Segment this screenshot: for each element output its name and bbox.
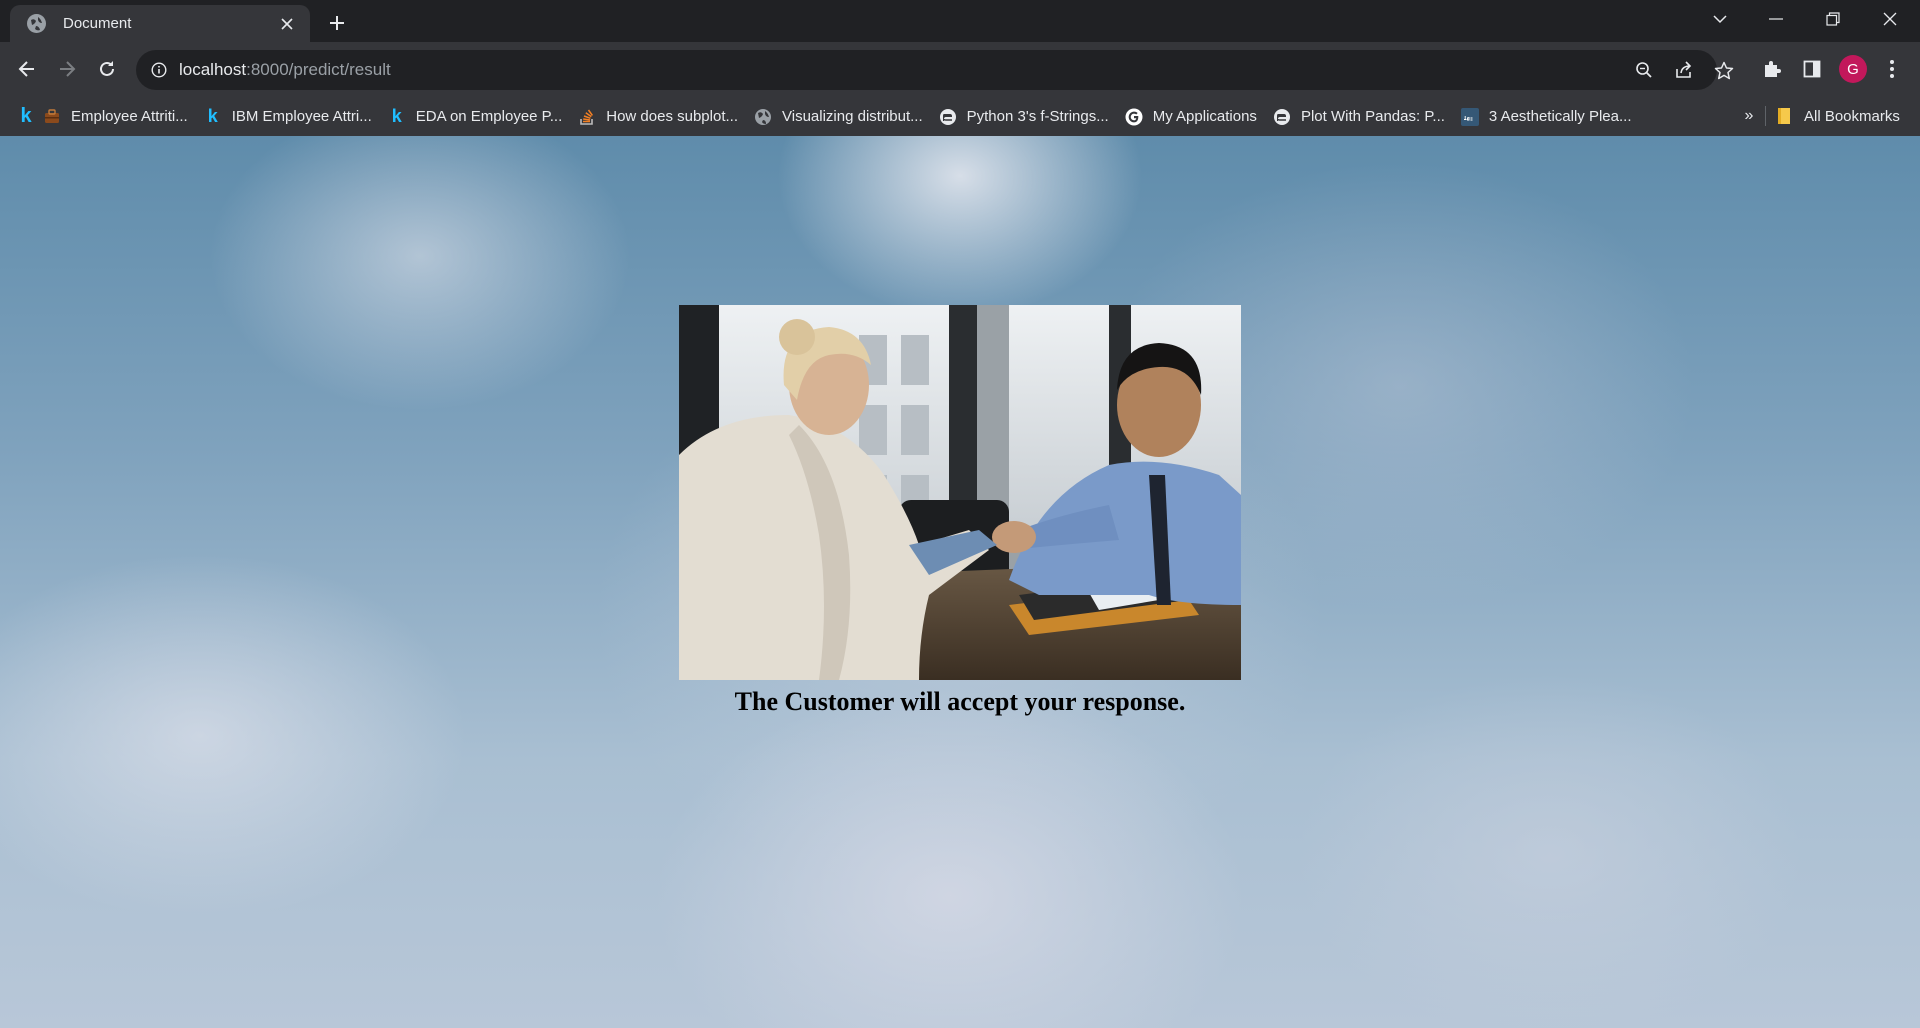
bookmark-label: IBM Employee Attri... [231,108,372,125]
tds-icon [1460,107,1479,126]
forward-icon[interactable] [50,52,84,86]
zoom-icon[interactable] [1631,58,1657,82]
bookmark-label: Employee Attriti... [71,108,188,125]
bookmark-label: How does subplot... [606,108,738,125]
all-bookmarks-label: All Bookmarks [1804,107,1900,125]
bookmark-item[interactable]: How does subplot... [570,102,746,132]
bookmark-label: EDA on Employee P... [415,108,563,125]
back-icon[interactable] [10,52,44,86]
kaggle-icon: k [207,106,218,126]
address-bar[interactable]: localhost:8000/predict/result [136,50,1734,90]
all-bookmarks-button[interactable]: All Bookmarks [1776,101,1900,131]
browser-tab[interactable]: Document [10,5,310,42]
bookmark-item[interactable]: Employee Attriti... [35,102,196,132]
restore-icon[interactable] [1805,0,1861,38]
share-icon[interactable] [1671,58,1697,82]
side-panel-icon[interactable] [1797,54,1827,84]
bookmarks-divider [1765,106,1766,126]
bookmark-item[interactable]: 3 Aesthetically Plea... [1453,102,1640,132]
tab-title: Document [63,15,132,32]
bookmark-label: 3 Aesthetically Plea... [1488,108,1632,125]
globe-icon [27,14,46,33]
menu-icon[interactable] [1877,54,1907,84]
minimize-icon[interactable] [1748,0,1804,38]
browser-toolbar: localhost:8000/predict/result [0,42,1920,97]
url-host: localhost [179,60,247,79]
kaggle-icon[interactable]: k [17,102,35,132]
bookmark-star-icon[interactable] [1711,58,1737,82]
tab-search-icon[interactable] [1692,0,1748,38]
close-tab-icon[interactable] [276,13,298,35]
profile-avatar[interactable]: G [1839,55,1867,83]
tab-strip: Document [0,0,1920,42]
more-bookmarks-button[interactable]: » [1737,101,1761,131]
bookmark-item[interactable]: k IBM Employee Attri... [196,102,380,132]
page-viewport: The Customer will accept your response. [0,136,1920,1028]
realpython-icon [1273,108,1291,126]
prediction-result: The Customer will accept your response. [734,687,1186,716]
briefcase-icon [43,108,61,126]
bookmark-item[interactable]: Python 3's f-Strings... [931,102,1117,132]
bookmark-item[interactable]: Plot With Pandas: P... [1265,102,1453,132]
kaggle-icon: k [391,106,402,126]
bookmark-label: My Applications [1152,108,1257,125]
new-tab-button[interactable] [322,8,352,38]
bookmark-item[interactable]: Visualizing distribut... [746,102,931,132]
bookmark-item[interactable]: My Applications [1117,102,1265,132]
globe-icon [754,108,772,126]
bookmark-item[interactable]: k EDA on Employee P... [380,102,570,132]
folder-icon [1776,107,1794,125]
bookmark-label: Plot With Pandas: P... [1300,108,1445,125]
handshake-photo [679,305,1241,680]
extensions-icon[interactable] [1757,54,1787,84]
realpython-icon [939,108,957,126]
reload-icon[interactable] [90,52,124,86]
site-info-icon[interactable] [149,60,169,80]
bookmark-label: Python 3's f-Strings... [966,108,1109,125]
bookmark-label: Visualizing distribut... [782,108,923,125]
close-window-icon[interactable] [1862,0,1918,38]
google-icon [1125,108,1143,126]
bookmarks-bar: k Employee Attriti... k IBM Employee Att… [0,97,1920,136]
stackoverflow-icon [578,108,596,126]
url-path: :8000/predict/result [246,60,391,79]
url-text[interactable]: localhost:8000/predict/result [179,60,391,80]
